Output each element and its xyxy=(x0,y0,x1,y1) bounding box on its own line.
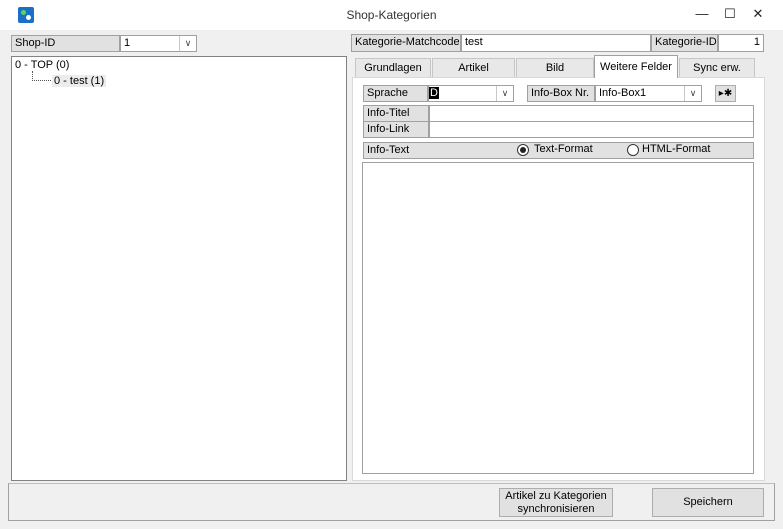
tree-node-test[interactable]: 0 - test (1) xyxy=(52,75,107,87)
sync-button-line2: synchronisieren xyxy=(517,503,595,515)
special-action-button[interactable]: ▸✱ xyxy=(715,85,736,102)
info-titel-label: Info-Titel xyxy=(363,105,429,122)
radio-text-format[interactable]: Text-Format xyxy=(517,142,617,159)
info-text-label: Info-Text xyxy=(367,144,410,156)
radio-text-label: Text-Format xyxy=(534,143,593,155)
tree-connector xyxy=(32,71,51,81)
kategorie-id-field[interactable]: 1 xyxy=(718,34,764,52)
info-text-area[interactable] xyxy=(362,162,754,474)
radio-html-label: HTML-Format xyxy=(642,143,711,155)
matchcode-field[interactable]: test xyxy=(461,34,651,52)
info-link-field[interactable] xyxy=(429,121,754,138)
window-title: Shop-Kategorien xyxy=(346,8,437,22)
radio-html-format[interactable]: HTML-Format xyxy=(627,142,727,159)
shop-id-select[interactable]: 1 ∨ xyxy=(120,35,197,52)
tab-weitere-felder[interactable]: Weitere Felder xyxy=(594,55,678,78)
matchcode-label: Kategorie-Matchcode xyxy=(351,34,461,52)
infobox-select[interactable]: Info-Box1 ∨ xyxy=(595,85,702,102)
infobox-value: Info-Box1 xyxy=(599,87,647,99)
tab-bild[interactable]: Bild xyxy=(516,58,594,77)
title-bar: Shop-Kategorien — ☐ ✕ xyxy=(0,0,783,30)
kategorie-id-label: Kategorie-ID xyxy=(651,34,718,52)
infobox-label: Info-Box Nr. xyxy=(527,85,595,102)
tab-content-panel: Sprache D ∨ Info-Box Nr. Info-Box1 ∨ ▸✱ … xyxy=(352,77,765,481)
chevron-down-icon[interactable]: ∨ xyxy=(496,86,513,101)
chevron-down-icon[interactable]: ∨ xyxy=(684,86,701,101)
category-tree[interactable]: 0 - TOP (0) 0 - test (1) xyxy=(11,56,347,481)
tab-grundlagen[interactable]: Grundlagen xyxy=(355,58,431,77)
shop-id-label: Shop-ID xyxy=(11,35,120,52)
radio-html-icon[interactable] xyxy=(627,144,639,156)
chevron-down-icon[interactable]: ∨ xyxy=(179,36,196,51)
info-titel-field[interactable] xyxy=(429,105,754,122)
tree-node-top[interactable]: 0 - TOP (0) xyxy=(15,59,69,71)
sync-button-line1: Artikel zu Kategorien xyxy=(505,490,607,502)
info-link-label: Info-Link xyxy=(363,121,429,138)
shop-id-value: 1 xyxy=(124,37,131,49)
save-button[interactable]: Speichern xyxy=(652,488,764,517)
radio-text-icon[interactable] xyxy=(517,144,529,156)
close-icon[interactable]: ✕ xyxy=(744,4,772,24)
sprache-select[interactable]: D ∨ xyxy=(428,85,514,102)
minimize-icon[interactable]: — xyxy=(688,4,716,24)
sync-articles-button[interactable]: Artikel zu Kategorien synchronisieren xyxy=(499,488,613,517)
tab-artikel[interactable]: Artikel xyxy=(432,58,515,77)
sprache-label: Sprache xyxy=(363,85,428,102)
sprache-value: D xyxy=(429,87,439,99)
tab-sync-erw[interactable]: Sync erw. xyxy=(679,58,755,77)
maximize-icon[interactable]: ☐ xyxy=(716,4,744,24)
